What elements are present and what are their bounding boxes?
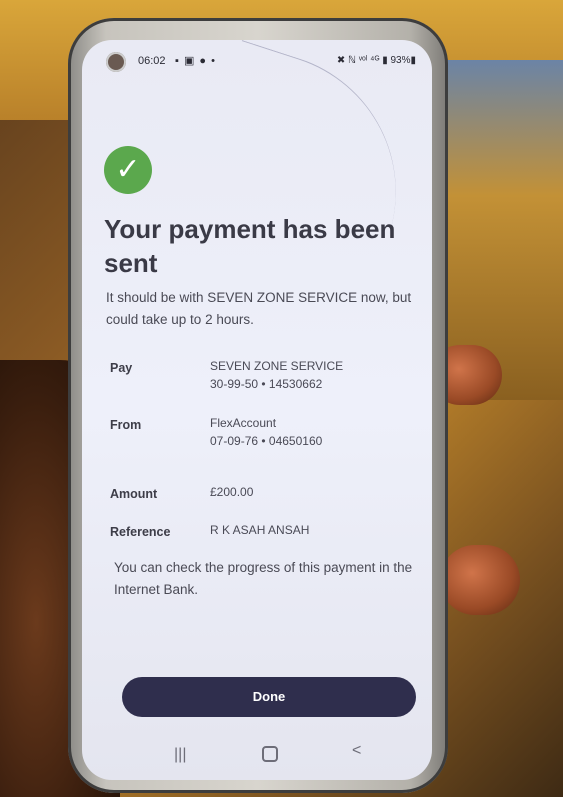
finger-lower	[440, 545, 520, 615]
amount-value: £200.00	[210, 485, 254, 499]
profile-avatar-icon	[106, 52, 126, 72]
home-icon[interactable]	[262, 746, 278, 762]
reference-label: Reference	[110, 525, 171, 539]
recent-apps-icon[interactable]: |||	[174, 746, 186, 764]
back-icon[interactable]: <	[352, 742, 361, 760]
status-time: 06:02	[138, 55, 166, 67]
pay-account: 30-99-50 • 14530662	[210, 377, 323, 391]
confirmation-subtitle: It should be with SEVEN ZONE SERVICE now…	[106, 290, 412, 327]
page-title: Your payment has been sent	[104, 214, 396, 278]
pay-name: SEVEN ZONE SERVICE	[210, 359, 344, 373]
from-label: From	[110, 418, 142, 432]
success-check-icon: ✓	[104, 146, 152, 194]
phone-screen: 06:02 ▪ ▣ ● • ✖ ℕ ᵛᵒˡ ⁴ᴳ ▮ 93%▮ ✓ Your p…	[82, 40, 432, 780]
progress-note: You can check the progress of this payme…	[114, 560, 413, 597]
pay-value: SEVEN ZONE SERVICE 30-99-50 • 14530662	[210, 357, 343, 393]
status-bar: 06:02 ▪ ▣ ● • ✖ ℕ ᵛᵒˡ ⁴ᴳ ▮ 93%▮	[82, 52, 432, 74]
pay-label: Pay	[110, 361, 133, 375]
amount-label: Amount	[110, 487, 158, 501]
system-nav-bar: ||| <	[82, 740, 432, 770]
signal-battery-indicator: ✖ ℕ ᵛᵒˡ ⁴ᴳ ▮ 93%▮	[336, 55, 416, 66]
from-account: 07-09-76 • 04650160	[210, 434, 323, 448]
done-button[interactable]: Done	[122, 677, 416, 717]
from-value: FlexAccount 07-09-76 • 04650160	[210, 414, 322, 450]
reference-value: R K ASAH ANSAH	[210, 523, 310, 537]
notification-icons: ▪ ▣ ● •	[175, 55, 216, 67]
from-name: FlexAccount	[210, 416, 277, 430]
